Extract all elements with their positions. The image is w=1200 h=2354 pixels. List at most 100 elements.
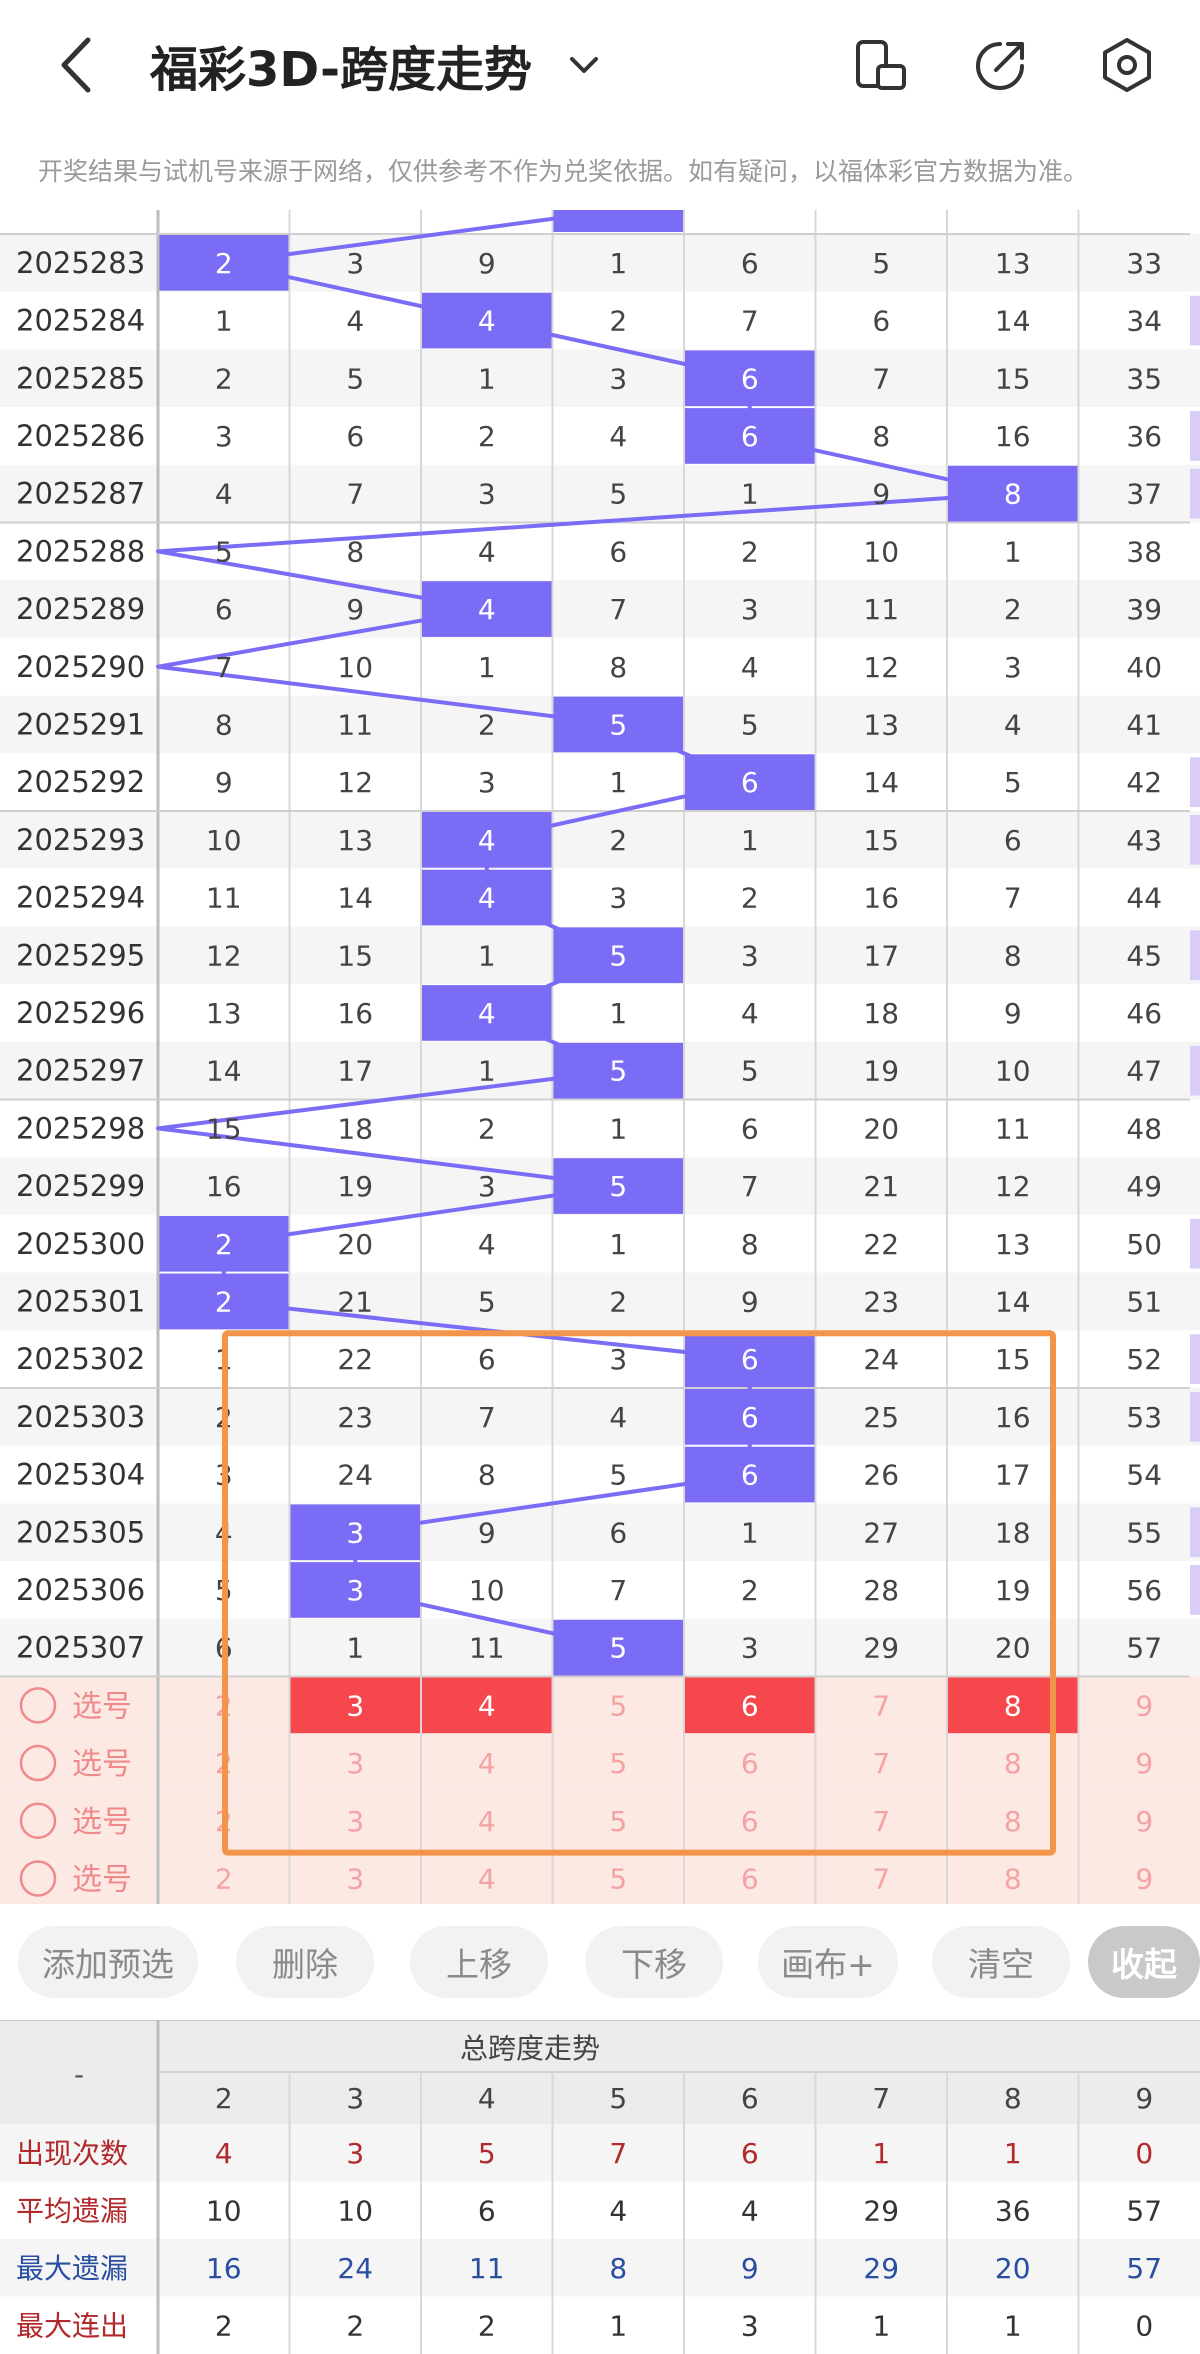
issue-number: 2025285	[16, 361, 145, 395]
table-cell: 24	[863, 1343, 899, 1376]
back-arrow-icon[interactable]	[48, 30, 108, 100]
delete-button[interactable]: 删除	[236, 1926, 374, 1998]
table-cell: 53	[1126, 1401, 1162, 1434]
pick-cell[interactable]: 3	[346, 1689, 364, 1722]
table-cell: 1	[346, 1632, 364, 1665]
stats-title: 总跨度走势	[460, 2032, 600, 2065]
table-cell: 54	[1126, 1459, 1162, 1492]
pick-cell[interactable]: 6	[741, 1805, 759, 1838]
table-cell: 1	[609, 1112, 627, 1145]
table-cell: 3	[478, 1170, 496, 1203]
trend-grid-svg: 2025283202528420252852025286202528720252…	[0, 210, 1200, 1904]
collapse-button[interactable]: 收起	[1088, 1926, 1200, 1998]
issue-number: 2025300	[16, 1227, 145, 1261]
stats-cell: 7	[609, 2137, 627, 2170]
clear-button[interactable]: 清空	[932, 1926, 1070, 1998]
phone-rotate-icon[interactable]	[852, 36, 910, 94]
table-cell: 11	[863, 593, 899, 626]
pick-cell[interactable]: 5	[609, 1747, 627, 1780]
table-cell: 1	[215, 305, 233, 338]
pick-cell[interactable]: 9	[1135, 1805, 1153, 1838]
table-cell: 2	[609, 305, 627, 338]
pick-cell[interactable]: 3	[346, 1747, 364, 1780]
stats-cell: 3	[741, 2310, 759, 2343]
statistics-table: - 总跨度走势 2 3 4 5 6 7 8 9 出现次数 4 3 5 7 6 1 1 0 平均遗漏 10 10 6 4 4 29 3…	[0, 2020, 1200, 2354]
table-cell: 2	[609, 1285, 627, 1318]
pick-cell[interactable]: 5	[609, 1862, 627, 1895]
move-up-button[interactable]: 上移	[410, 1926, 548, 1998]
span-trend-grid[interactable]: 2025283 2025284 2025285 2025286 2025287 20252…	[0, 210, 1200, 1904]
table-cell: 48	[1126, 1112, 1162, 1145]
table-cell: 1	[1004, 535, 1022, 568]
table-cell: 3	[741, 593, 759, 626]
pick-cell[interactable]: 3	[346, 1862, 364, 1895]
pick-cell[interactable]: 2	[215, 1862, 233, 1895]
pick-cell[interactable]: 6	[741, 1747, 759, 1780]
stats-cell: 2	[215, 2310, 233, 2343]
table-cell: 3	[478, 478, 496, 511]
pick-cell[interactable]: 7	[872, 1747, 890, 1780]
table-cell: 1	[609, 1228, 627, 1261]
pick-cell[interactable]: 7	[872, 1862, 890, 1895]
pick-cell[interactable]: 7	[872, 1805, 890, 1838]
table-cell: 5	[609, 478, 627, 511]
table-cell: 10	[206, 824, 242, 857]
table-cell: 23	[337, 1401, 373, 1434]
share-icon[interactable]	[972, 36, 1030, 94]
pick-cell[interactable]: 9	[1135, 1747, 1153, 1780]
table-cell: 9	[215, 766, 233, 799]
issue-number: 2025289	[16, 592, 145, 626]
pick-cell[interactable]: 8	[1004, 1689, 1022, 1722]
issue-number: 2025299	[16, 1169, 145, 1203]
table-cell: 6	[741, 420, 759, 453]
table-cell: 11	[469, 1632, 505, 1665]
table-cell: 11	[337, 708, 373, 741]
data-source-notice: 开奖结果与试机号来源于网络，仅供参考不作为兑奖依据。如有疑问，以福体彩官方数据为…	[38, 157, 1089, 186]
pick-cell[interactable]: 4	[478, 1805, 496, 1838]
issue-number: 2025291	[16, 707, 145, 741]
table-cell: 4	[741, 651, 759, 684]
pick-cell[interactable]: 6	[741, 1689, 759, 1722]
stats-cell: 6	[478, 2195, 496, 2228]
pick-cell[interactable]: 8	[1004, 1862, 1022, 1895]
table-cell: 1	[478, 939, 496, 972]
table-cell: 8	[346, 535, 364, 568]
issue-number: 2025287	[16, 477, 145, 511]
pick-cell[interactable]: 8	[1004, 1747, 1022, 1780]
pick-cell[interactable]: 5	[609, 1689, 627, 1722]
table-cell: 6	[609, 535, 627, 568]
table-cell: 6	[741, 766, 759, 799]
table-cell: 6	[346, 420, 364, 453]
table-cell: 9	[346, 593, 364, 626]
table-cell: 7	[215, 651, 233, 684]
pick-cell[interactable]: 9	[1135, 1862, 1153, 1895]
stats-cell: 2	[478, 2310, 496, 2343]
pick-row-label: 选号	[72, 1747, 132, 1782]
table-cell: 5	[609, 1459, 627, 1492]
table-cell: 38	[1126, 535, 1162, 568]
pick-cell[interactable]: 8	[1004, 1805, 1022, 1838]
pick-cell[interactable]: 4	[478, 1747, 496, 1780]
pick-cell[interactable]: 4	[478, 1862, 496, 1895]
table-cell: 6	[741, 1343, 759, 1376]
canvas-plus-button[interactable]: 画布+	[758, 1926, 898, 1998]
pick-cell[interactable]: 6	[741, 1862, 759, 1895]
stats-corner: -	[74, 2058, 84, 2091]
add-preselect-button[interactable]: 添加预选	[18, 1926, 198, 1998]
table-cell: 40	[1126, 651, 1162, 684]
table-cell: 57	[1126, 1632, 1162, 1665]
table-cell: 8	[1004, 939, 1022, 972]
pick-cell[interactable]: 4	[478, 1689, 496, 1722]
table-cell: 39	[1126, 593, 1162, 626]
issue-number: 2025301	[16, 1284, 145, 1318]
table-cell: 22	[337, 1343, 373, 1376]
pick-cell[interactable]: 3	[346, 1805, 364, 1838]
settings-gear-icon[interactable]	[1098, 36, 1156, 94]
move-down-button[interactable]: 下移	[585, 1926, 723, 1998]
stats-column-header: 7	[872, 2082, 890, 2115]
stats-cell: 1	[609, 2310, 627, 2343]
pick-cell[interactable]: 9	[1135, 1689, 1153, 1722]
pick-cell[interactable]: 5	[609, 1805, 627, 1838]
title-dropdown[interactable]: 福彩3D-跨度走势	[150, 30, 602, 100]
pick-cell[interactable]: 7	[872, 1689, 890, 1722]
